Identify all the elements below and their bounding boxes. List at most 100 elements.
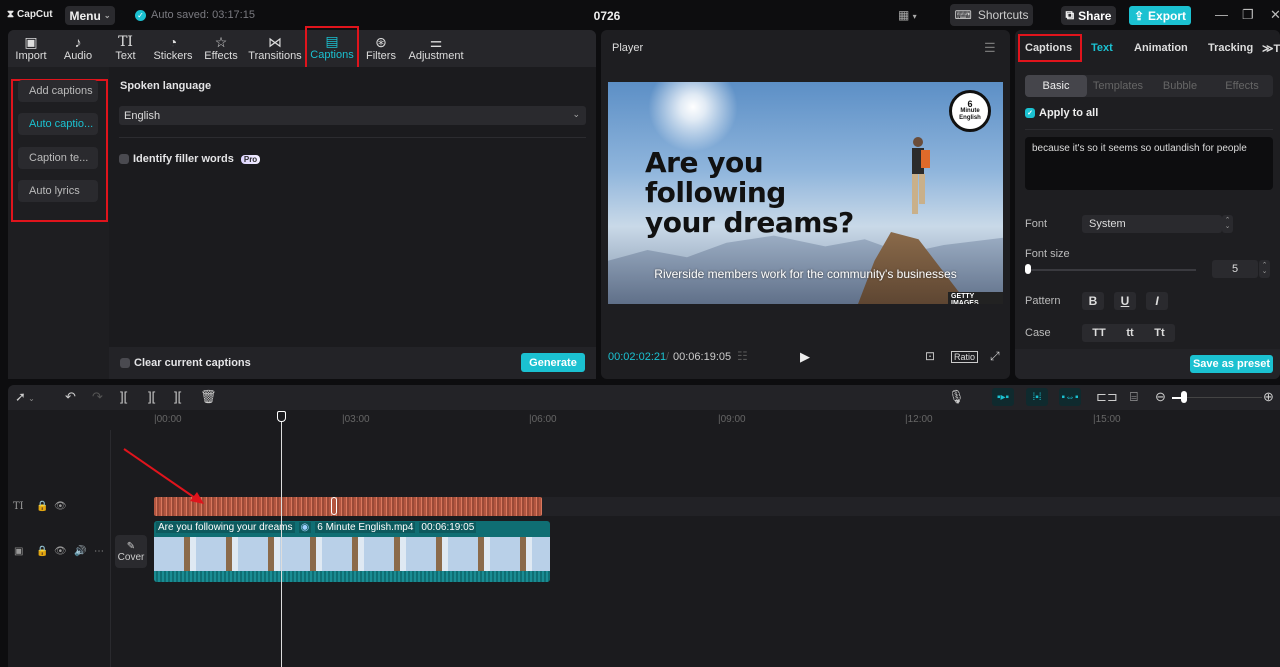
caption-track-lane	[542, 497, 1280, 516]
zoom-slider-knob[interactable]	[1181, 391, 1187, 403]
tool-audio[interactable]: ♪ Audio	[54, 30, 102, 67]
case-upper-button[interactable]: TT	[1092, 327, 1105, 339]
sidebar-item-auto-lyrics[interactable]: Auto lyrics	[18, 180, 98, 202]
subtab-templates[interactable]: Templates	[1087, 75, 1149, 97]
more-tabs-icon[interactable]: ≫T	[1262, 42, 1280, 55]
microphone-icon[interactable]: 🎙	[948, 389, 965, 405]
underline-button[interactable]: U	[1114, 292, 1136, 310]
playhead-handle[interactable]	[277, 411, 286, 422]
select-tool-icon[interactable]: ➚ ⌄	[15, 389, 35, 405]
apply-to-all-checkbox[interactable]: ✓	[1025, 108, 1035, 118]
tool-import[interactable]: ▣ Import	[8, 30, 54, 67]
shortcuts-button[interactable]: ⌨ Shortcuts	[950, 4, 1033, 26]
lock-icon[interactable]: 🔒	[36, 546, 48, 557]
font-stepper-icon[interactable]: ⌃ ⌄	[1222, 215, 1233, 233]
caption-clip-handle[interactable]	[331, 497, 337, 515]
filler-words-option[interactable]: Identify filler words Pro	[119, 153, 261, 165]
font-label: Font	[1025, 218, 1048, 230]
effects-icon: ☆	[214, 34, 228, 50]
minimize-icon[interactable]: —	[1215, 7, 1228, 22]
subtab-effects[interactable]: Effects	[1211, 75, 1273, 97]
sidebar-item-caption-template[interactable]: Caption te...	[18, 147, 98, 169]
more-icon[interactable]: ⋯	[94, 546, 104, 557]
trim-left-icon[interactable]: ][	[148, 389, 155, 404]
tool-text[interactable]: TI Text	[102, 30, 149, 67]
caption-overlay[interactable]: Riverside members work for the community…	[608, 267, 1003, 281]
linkage-icon[interactable]: ▪⇔▪	[1059, 388, 1081, 406]
tab-tracking[interactable]: Tracking	[1208, 42, 1253, 54]
tool-transitions[interactable]: ⋈ Transitions	[245, 30, 305, 67]
delete-icon[interactable]: 🗑	[200, 389, 217, 405]
trim-right-icon[interactable]: ][	[174, 389, 181, 404]
split-icon[interactable]: ][	[120, 389, 127, 404]
bold-button[interactable]: B	[1082, 292, 1104, 310]
playhead-line[interactable]	[281, 414, 282, 667]
tool-filters[interactable]: ⊛ Filters	[359, 30, 403, 67]
ratio-button[interactable]: Ratio	[951, 351, 979, 363]
captions-icon: ▤	[325, 33, 339, 49]
tool-adjustment[interactable]: ⚌ Adjustment	[403, 30, 469, 67]
tab-captions[interactable]: Captions	[1025, 42, 1072, 54]
font-size-stepper-icon[interactable]: ⌃ ⌄	[1259, 260, 1270, 278]
tool-effects[interactable]: ☆ Effects	[197, 30, 245, 67]
font-size-slider[interactable]	[1028, 269, 1196, 271]
clear-captions-option[interactable]: Clear current captions	[120, 357, 251, 369]
layout-icon[interactable]: ▦ ▾	[898, 8, 917, 22]
eye-icon[interactable]: 👁	[54, 546, 67, 557]
apply-to-all-option[interactable]: ✓ Apply to all	[1025, 107, 1098, 119]
save-as-preset-button[interactable]: Save as preset	[1190, 355, 1273, 373]
clip-label: Are you following your dreams ◉ 6 Minute…	[156, 522, 477, 533]
hamburger-menu-icon[interactable]: ☰	[984, 40, 996, 56]
tab-animation[interactable]: Animation	[1134, 42, 1188, 54]
font-size-input[interactable]: 5	[1212, 260, 1258, 278]
generate-button[interactable]: Generate	[521, 353, 585, 372]
subtab-bubble[interactable]: Bubble	[1149, 75, 1211, 97]
pro-badge: Pro	[240, 154, 261, 164]
restore-icon[interactable]: ❐	[1242, 7, 1254, 23]
timeline-toolbar	[8, 385, 1280, 410]
zoom-in-icon[interactable]: ⊕	[1263, 389, 1274, 405]
spoken-language-label: Spoken language	[120, 80, 212, 92]
zoom-out-icon[interactable]: ⊖	[1155, 389, 1166, 405]
export-button[interactable]: ⇪ Export	[1129, 6, 1191, 25]
undo-icon[interactable]: ↶	[65, 389, 76, 405]
timecode-grid-icon[interactable]: ☷	[737, 349, 748, 363]
sidebar-item-add-captions[interactable]: Add captions	[18, 80, 98, 102]
caption-track-clip[interactable]	[154, 497, 542, 516]
tool-captions[interactable]: ▤ Captions	[305, 26, 359, 69]
clear-captions-checkbox[interactable]	[120, 358, 130, 368]
font-size-label: Font size	[1025, 248, 1070, 260]
video-preview[interactable]: Are you following your dreams? 6 Minute E…	[608, 82, 1003, 304]
timeline-ruler[interactable]	[8, 410, 1280, 428]
preview-axis-icon[interactable]: ⌸	[1130, 389, 1138, 405]
divider	[119, 137, 586, 138]
case-title-button[interactable]: Tt	[1154, 327, 1164, 339]
audio-mute-icon[interactable]: 🔊	[74, 546, 86, 557]
ruler-tick: |12:00	[905, 414, 933, 425]
font-select[interactable]: System	[1082, 215, 1222, 233]
lock-icon[interactable]: 🔒	[36, 501, 48, 512]
caption-text-input[interactable]: because it's so it seems so outlandish f…	[1025, 137, 1273, 190]
ruler-tick: |09:00	[718, 414, 746, 425]
tool-stickers[interactable]: ◔ Stickers	[149, 30, 197, 67]
close-icon[interactable]: ✕	[1270, 7, 1280, 23]
sidebar-item-auto-captions[interactable]: Auto captio...	[18, 113, 98, 135]
eye-icon[interactable]: 👁	[54, 501, 67, 512]
magnet-main-track-icon[interactable]: ▪▸▪	[992, 388, 1014, 406]
cover-button[interactable]: ✎ Cover	[115, 535, 147, 568]
subtab-basic[interactable]: Basic	[1025, 75, 1087, 97]
language-select[interactable]: English ⌄	[119, 106, 586, 125]
share-button[interactable]: ⧉ Share	[1061, 6, 1116, 25]
font-size-slider-knob[interactable]	[1025, 264, 1031, 274]
tab-text[interactable]: Text	[1091, 42, 1113, 54]
italic-button[interactable]: I	[1146, 292, 1168, 310]
split-preview-icon[interactable]: ⊏⊐	[1096, 389, 1118, 405]
zoom-preview-icon[interactable]: ⊡	[925, 349, 935, 363]
fullscreen-icon[interactable]: ⤢	[990, 349, 1000, 364]
filler-words-checkbox[interactable]	[119, 154, 129, 164]
case-lower-button[interactable]: tt	[1126, 327, 1133, 339]
video-track-clip[interactable]: Are you following your dreams ◉ 6 Minute…	[154, 521, 550, 582]
play-icon[interactable]: ▶	[800, 349, 810, 365]
share-icon: ⧉	[1065, 8, 1075, 22]
auto-snap-icon[interactable]: ⁞▪⁞	[1026, 388, 1048, 406]
